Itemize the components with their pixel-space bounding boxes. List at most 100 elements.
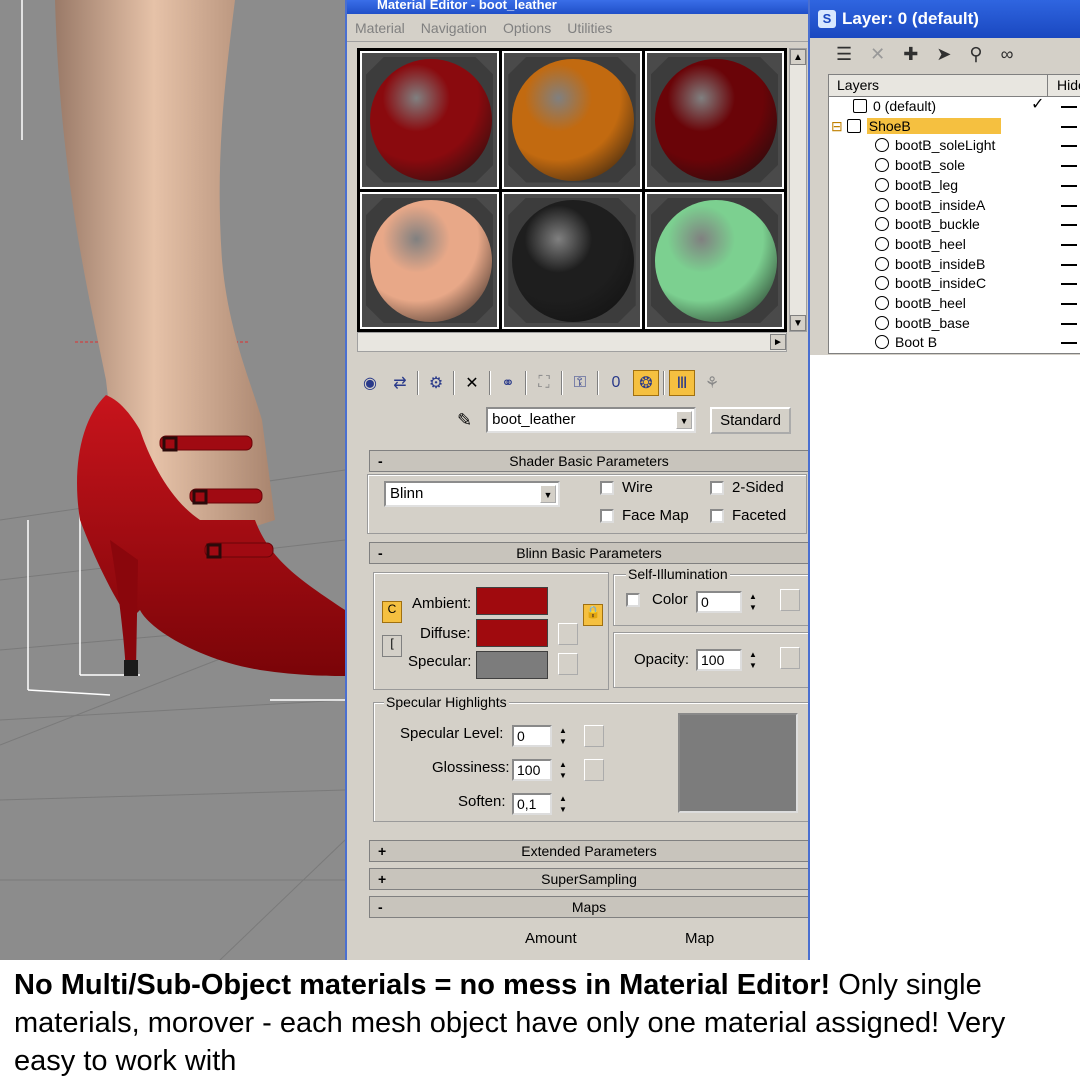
delete-layer-icon[interactable]: ✕	[870, 44, 885, 66]
specular-level-map-button[interactable]	[584, 725, 604, 747]
object-row[interactable]: bootB_heel	[829, 235, 966, 254]
assign-to-selection-icon[interactable]: ⚙	[423, 370, 449, 396]
lock-icon[interactable]: 🔒	[583, 604, 603, 626]
object-row[interactable]: bootB_insideA	[829, 196, 985, 215]
diffuse-map-button[interactable]	[558, 623, 578, 645]
slots-horizontal-scrollbar[interactable]: ►	[357, 332, 787, 352]
chevron-down-icon[interactable]: ▼	[676, 411, 693, 429]
sample-slot-5[interactable]	[502, 191, 642, 329]
glossiness-map-button[interactable]	[584, 759, 604, 781]
opacity-value-field[interactable]: 100	[696, 649, 742, 671]
sample-slot-4[interactable]	[360, 191, 500, 329]
hide-toggle[interactable]	[1061, 145, 1077, 148]
put-to-library-icon[interactable]: ⛶	[531, 370, 557, 396]
hide-toggle[interactable]	[1061, 283, 1077, 286]
material-name-field[interactable]: boot_leather ▼	[486, 407, 697, 433]
soften-field[interactable]: 0,1	[512, 793, 552, 815]
faceted-checkbox[interactable]	[710, 509, 724, 523]
spinner-arrows-icon[interactable]: ▲ ▼	[556, 725, 570, 747]
scroll-down-icon[interactable]: ▼	[790, 315, 806, 331]
sample-slot-3[interactable]	[644, 51, 784, 189]
supersampling-header[interactable]: + SuperSampling	[369, 868, 808, 890]
menu-utilities[interactable]: Utilities	[567, 20, 612, 36]
face-map-checkbox[interactable]	[600, 509, 614, 523]
layer-manager-titlebar[interactable]: S Layer: 0 (default)	[810, 0, 1080, 38]
3d-viewport[interactable]	[0, 0, 345, 960]
hide-toggle[interactable]	[1061, 322, 1077, 325]
blinn-rollout-header[interactable]: - Blinn Basic Parameters	[369, 542, 808, 564]
object-row[interactable]: bootB_insideC	[829, 274, 986, 293]
column-hide[interactable]: Hide	[1057, 77, 1080, 93]
scroll-right-icon[interactable]: ►	[770, 334, 786, 350]
spinner-arrows-icon[interactable]: ▲ ▼	[746, 591, 760, 613]
scroll-up-icon[interactable]: ▲	[790, 49, 806, 65]
lock-ambient-diffuse-icon[interactable]: C	[382, 601, 402, 623]
hide-toggle[interactable]	[1061, 263, 1077, 266]
wire-checkbox[interactable]	[600, 481, 614, 495]
lock-diffuse-specular-icon[interactable]: [	[382, 635, 402, 657]
self-illum-map-button[interactable]	[780, 589, 800, 611]
object-row[interactable]: bootB_soleLight	[829, 136, 995, 155]
diffuse-color-swatch[interactable]	[476, 619, 548, 647]
material-type-button[interactable]: Standard	[710, 406, 791, 434]
put-to-scene-icon[interactable]: ⇄	[387, 370, 413, 396]
hide-toggle[interactable]	[1061, 342, 1077, 345]
sample-slot-1[interactable]	[360, 51, 500, 189]
shader-rollout-header[interactable]: - Shader Basic Parameters	[369, 450, 808, 472]
hide-toggle[interactable]	[1061, 224, 1077, 227]
chevron-down-icon[interactable]: ▼	[540, 485, 556, 503]
menu-material[interactable]: Material	[355, 20, 405, 36]
go-to-parent-icon[interactable]: Ⅲ	[669, 370, 695, 396]
material-editor-titlebar[interactable]: Material Editor - boot_leather	[347, 0, 808, 14]
layer-list[interactable]: Layers Hide 0 (default) ✓ ⊟ ShoeB bootB_sole…	[828, 74, 1080, 354]
opacity-map-button[interactable]	[780, 647, 800, 669]
hide-all-icon[interactable]: ∞	[1001, 44, 1014, 66]
make-unique-icon[interactable]: ⚭	[495, 370, 521, 396]
menu-navigation[interactable]: Navigation	[421, 20, 487, 36]
add-to-layer-icon[interactable]: ✚	[903, 44, 918, 66]
hide-toggle[interactable]	[1061, 125, 1077, 128]
two-sided-checkbox[interactable]	[710, 481, 724, 495]
spinner-arrows-icon[interactable]: ▲ ▼	[556, 793, 570, 815]
sample-slot-6[interactable]	[644, 191, 784, 329]
extended-parameters-header[interactable]: + Extended Parameters	[369, 840, 808, 862]
collapse-toggle-icon[interactable]: ⊟	[831, 118, 843, 134]
menu-options[interactable]: Options	[503, 20, 551, 36]
specular-level-field[interactable]: 0	[512, 725, 552, 747]
create-layer-icon[interactable]: ☰	[836, 44, 852, 66]
object-row[interactable]: bootB_heel	[829, 294, 966, 313]
maps-header[interactable]: - Maps	[369, 896, 808, 918]
glossiness-field[interactable]: 100	[512, 759, 552, 781]
object-row[interactable]: Boot B	[829, 333, 937, 352]
specular-map-button[interactable]	[558, 653, 578, 675]
self-illum-value-field[interactable]: 0	[696, 591, 742, 613]
ambient-color-swatch[interactable]	[476, 587, 548, 615]
show-map-in-viewport-icon[interactable]: 0	[603, 370, 629, 396]
go-forward-to-sibling-icon[interactable]: ⚘	[699, 370, 725, 396]
object-row[interactable]: bootB_sole	[829, 156, 965, 175]
pick-material-eyedropper-icon[interactable]: ✎	[457, 410, 472, 431]
spinner-arrows-icon[interactable]: ▲ ▼	[556, 759, 570, 781]
hide-toggle[interactable]	[1061, 184, 1077, 187]
object-row[interactable]: bootB_leg	[829, 176, 958, 195]
hide-toggle[interactable]	[1061, 303, 1077, 305]
layer-row[interactable]: 0 (default)	[829, 97, 936, 116]
delete-icon[interactable]: ✕	[459, 370, 485, 396]
object-row[interactable]: bootB_buckle	[829, 215, 980, 234]
shader-type-dropdown[interactable]: Blinn ▼	[384, 481, 560, 507]
sample-slot-2[interactable]	[502, 51, 642, 189]
object-row[interactable]: bootB_insideB	[829, 255, 985, 274]
slots-vertical-scrollbar[interactable]: ▲ ▼	[789, 48, 807, 332]
self-illum-color-checkbox[interactable]	[626, 593, 640, 607]
material-effects-channel-icon[interactable]: ⚿	[567, 370, 593, 396]
layer-row[interactable]: ⊟ ShoeB	[831, 117, 1001, 136]
hide-toggle[interactable]	[1061, 165, 1077, 168]
object-row[interactable]: bootB_base	[829, 314, 970, 333]
hide-toggle[interactable]	[1061, 243, 1077, 246]
show-end-result-icon[interactable]: ❂	[633, 370, 659, 396]
spinner-arrows-icon[interactable]: ▲ ▼	[746, 649, 760, 671]
select-objects-icon[interactable]: ➤	[936, 44, 951, 66]
hide-toggle[interactable]: ✓	[1031, 96, 1077, 113]
highlight-selected-icon[interactable]: ⚲	[969, 44, 982, 66]
hide-toggle[interactable]	[1061, 204, 1077, 207]
